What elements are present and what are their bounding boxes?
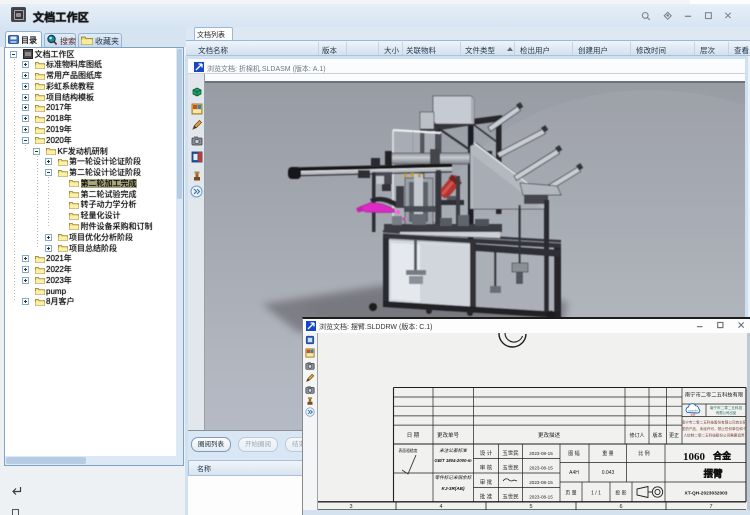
svg-text:更正: 更正 bbox=[669, 433, 679, 439]
svg-text:页 量: 页 量 bbox=[565, 490, 576, 497]
svg-text:GB/T 1804-2000-m: GB/T 1804-2000-m bbox=[434, 458, 471, 463]
svg-text:南宁市二零二五科技有限: 南宁市二零二五科技有限 bbox=[685, 391, 744, 399]
svg-text:合金: 合金 bbox=[713, 450, 732, 461]
svg-text:KJ-3R(AB): KJ-3R(AB) bbox=[442, 486, 465, 491]
svg-text:人仿制二零二五科技股份公司需要追责: 人仿制二零二五科技股份公司需要追责 bbox=[683, 433, 744, 438]
svg-text:审 批: 审 批 bbox=[480, 478, 493, 486]
svg-text:更改描述: 更改描述 bbox=[538, 431, 561, 439]
svg-text:南宁市二零二五科技: 南宁市二零二五科技 bbox=[710, 405, 743, 410]
svg-text:设 计: 设 计 bbox=[480, 449, 493, 457]
svg-text:玉世民: 玉世民 bbox=[502, 464, 519, 472]
svg-text:2023-08-15: 2023-08-15 bbox=[529, 451, 553, 456]
svg-text:玉世民: 玉世民 bbox=[502, 493, 519, 501]
svg-text:2023-08-15: 2023-08-15 bbox=[529, 495, 553, 500]
svg-text:XT-QH-2023032003: XT-QH-2023032003 bbox=[685, 491, 728, 497]
svg-text:A4H: A4H bbox=[569, 470, 579, 476]
svg-text:玉世民: 玉世民 bbox=[502, 449, 519, 457]
svg-text:发的产品，未经许可，禁止任何单位和个: 发的产品，未经许可，禁止任何单位和个 bbox=[682, 426, 747, 431]
svg-text:批 准: 批 准 bbox=[480, 493, 493, 501]
svg-text:日 期: 日 期 bbox=[407, 432, 420, 439]
svg-text:zoomlin: zoomlin bbox=[688, 409, 698, 413]
svg-text:南宁市二零二五科技股份有限公司自主研: 南宁市二零二五科技股份有限公司自主研 bbox=[682, 420, 747, 425]
svg-text:1 / 1: 1 / 1 bbox=[591, 491, 601, 497]
svg-text:比 例: 比 例 bbox=[638, 450, 649, 457]
svg-text:更改单号: 更改单号 bbox=[437, 431, 460, 439]
svg-text:重 量: 重 量 bbox=[602, 450, 613, 457]
svg-text:零件标记未限余标: 零件标记未限余标 bbox=[435, 475, 473, 480]
svg-text:未注公差标准: 未注公差标准 bbox=[439, 448, 468, 453]
svg-text:修订人: 修订人 bbox=[629, 432, 644, 439]
svg-text:有限公司出品: 有限公司出品 bbox=[716, 410, 737, 415]
svg-text:2023-08-15: 2023-08-15 bbox=[529, 480, 553, 485]
svg-text:表面粗糙度: 表面粗糙度 bbox=[399, 448, 418, 453]
svg-text:图 幅: 图 幅 bbox=[568, 450, 579, 457]
svg-text:2023-08-15: 2023-08-15 bbox=[529, 466, 553, 471]
svg-text:中旺: 中旺 bbox=[690, 413, 696, 417]
svg-text:版本: 版本 bbox=[652, 432, 662, 439]
svg-text:投 影: 投 影 bbox=[615, 490, 626, 497]
svg-text:0.043: 0.043 bbox=[602, 470, 615, 476]
svg-text:摆臂: 摆臂 bbox=[703, 468, 723, 480]
svg-text:1060: 1060 bbox=[683, 451, 706, 463]
svg-text:审 核: 审 核 bbox=[480, 464, 493, 472]
